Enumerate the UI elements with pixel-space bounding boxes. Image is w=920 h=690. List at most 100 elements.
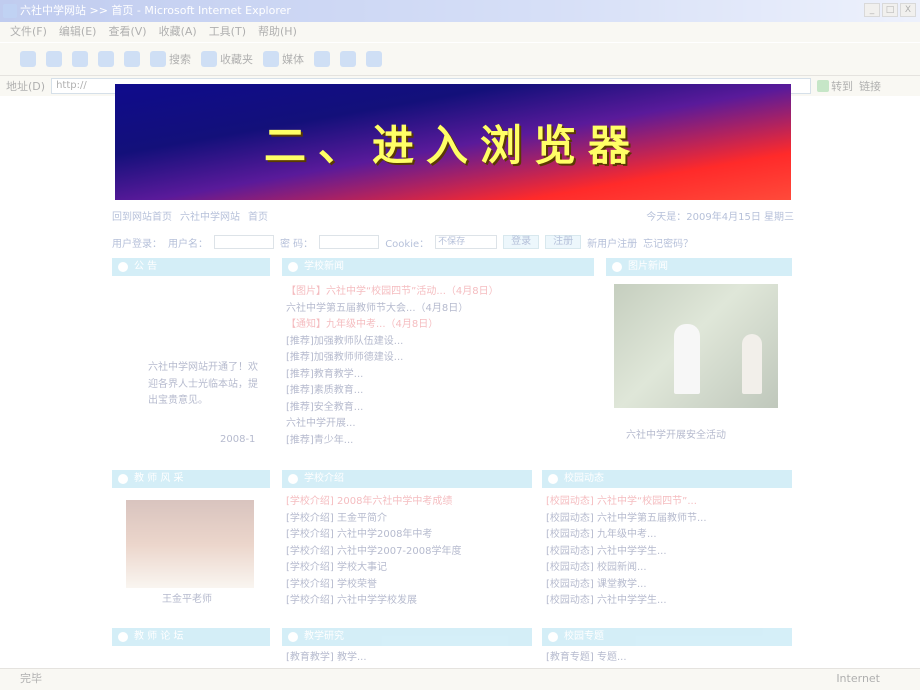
history-button[interactable] bbox=[314, 51, 330, 67]
panel-forum: 教 师 论 坛 bbox=[112, 628, 270, 646]
refresh-icon bbox=[98, 51, 114, 67]
history-icon bbox=[314, 51, 330, 67]
teacher-photo[interactable] bbox=[126, 500, 254, 588]
title-banner: 二、进入浏览器 bbox=[115, 84, 791, 200]
go-button[interactable]: 转到 bbox=[817, 78, 853, 94]
list-item[interactable]: [校园动态] 九年级中考... bbox=[546, 527, 792, 544]
back-button[interactable] bbox=[20, 51, 36, 67]
mail-icon bbox=[340, 51, 356, 67]
login-bar: 用户登录： 用户名： 密 码： Cookie： 不保存 登录 注册 新用户注册 … bbox=[112, 232, 794, 252]
list-item[interactable]: [学校介绍] 2008年六社中学中考成绩 bbox=[286, 494, 532, 511]
person-figure bbox=[742, 334, 762, 394]
maximize-button[interactable]: □ bbox=[882, 3, 898, 17]
panel-image-news: 图片新闻 bbox=[606, 258, 792, 276]
password-label: 密 码： bbox=[280, 238, 314, 250]
close-button[interactable]: X bbox=[900, 3, 916, 17]
cookie-select[interactable]: 不保存 bbox=[435, 235, 498, 249]
window-controls: _ □ X bbox=[864, 3, 916, 17]
list-item[interactable]: [学校介绍] 学校大事记 bbox=[286, 560, 532, 577]
list-item[interactable]: 【通知】九年级中考...（4月8日） bbox=[286, 317, 592, 334]
home-button[interactable] bbox=[124, 51, 140, 67]
campus-news-list: [校园动态] 六社中学“校园四节”... [校园动态] 六社中学第五届教师节..… bbox=[546, 494, 792, 610]
mail-button[interactable] bbox=[340, 51, 356, 67]
forward-icon bbox=[46, 51, 62, 67]
list-item[interactable]: [校园动态] 六社中学学生... bbox=[546, 593, 792, 610]
menu-file[interactable]: 文件(F) bbox=[10, 22, 47, 42]
panel-research: 教学研究 bbox=[282, 628, 532, 646]
new-user-link[interactable]: 新用户注册 bbox=[587, 235, 637, 250]
list-item[interactable]: [校园动态] 校园新闻... bbox=[546, 560, 792, 577]
status-text: 完毕 bbox=[20, 672, 42, 685]
list-item[interactable]: [推荐]素质教育... bbox=[286, 383, 592, 400]
panel-news: 学校新闻 bbox=[282, 258, 594, 276]
list-item[interactable]: [学校介绍] 王金平简介 bbox=[286, 511, 532, 528]
topics-item[interactable]: [教育专题] 专题... bbox=[546, 650, 627, 667]
list-item[interactable]: 【图片】六社中学“校园四节”活动...（4月8日） bbox=[286, 284, 592, 301]
media-label: 媒体 bbox=[282, 53, 304, 66]
menu-edit[interactable]: 编辑(E) bbox=[59, 22, 97, 42]
address-label: 地址(D) bbox=[6, 80, 46, 93]
menu-bar: 文件(F) 编辑(E) 查看(V) 收藏(A) 工具(T) 帮助(H) bbox=[0, 22, 920, 42]
ie-logo-icon bbox=[3, 4, 17, 18]
register-button[interactable]: 注册 bbox=[545, 235, 582, 249]
link-home[interactable]: 回到网站首页 bbox=[112, 208, 172, 226]
username-input[interactable] bbox=[214, 235, 274, 249]
list-item[interactable]: [推荐]教育教学... bbox=[286, 367, 592, 384]
news-photo[interactable] bbox=[614, 284, 778, 408]
list-item[interactable]: [校园动态] 六社中学第五届教师节... bbox=[546, 511, 792, 528]
list-item[interactable]: 六社中学开展... bbox=[286, 416, 592, 433]
home-icon bbox=[124, 51, 140, 67]
list-item[interactable]: [学校介绍] 六社中学2007-2008学年度 bbox=[286, 544, 532, 561]
stop-icon bbox=[72, 51, 88, 67]
list-item[interactable]: [学校介绍] 六社中学学校发展 bbox=[286, 593, 532, 610]
list-item[interactable]: [校园动态] 六社中学“校园四节”... bbox=[546, 494, 792, 511]
list-item[interactable]: [推荐]加强教师师德建设... bbox=[286, 350, 592, 367]
banner-title: 二、进入浏览器 bbox=[263, 120, 642, 170]
list-item[interactable]: [校园动态] 六社中学学生... bbox=[546, 544, 792, 561]
list-item[interactable]: [推荐]加强教师队伍建设... bbox=[286, 334, 592, 351]
go-arrow-icon bbox=[817, 80, 830, 92]
print-icon bbox=[366, 51, 382, 67]
star-icon bbox=[201, 51, 217, 67]
stop-button[interactable] bbox=[72, 51, 88, 67]
list-item[interactable]: [学校介绍] 六社中学2008年中考 bbox=[286, 527, 532, 544]
notice-date: 2008-1 bbox=[220, 434, 256, 445]
teacher-caption[interactable]: 王金平老师 bbox=[162, 592, 212, 609]
links-button[interactable]: 链接 bbox=[859, 78, 881, 94]
list-item[interactable]: [学校介绍] 学校荣誉 bbox=[286, 577, 532, 594]
media-button[interactable]: 媒体 bbox=[263, 51, 304, 67]
print-button[interactable] bbox=[366, 51, 382, 67]
list-item[interactable]: 六社中学第五届教师节大会...（4月8日） bbox=[286, 301, 592, 318]
menu-view[interactable]: 查看(V) bbox=[108, 22, 146, 42]
list-item[interactable]: [推荐]青少年... bbox=[286, 433, 592, 450]
favorites-label: 收藏夹 bbox=[220, 53, 253, 66]
link-page[interactable]: 首页 bbox=[248, 208, 268, 226]
intro-list: [学校介绍] 2008年六社中学中考成绩 [学校介绍] 王金平简介 [学校介绍]… bbox=[286, 494, 532, 610]
news-list: 【图片】六社中学“校园四节”活动...（4月8日） 六社中学第五届教师节大会..… bbox=[286, 284, 592, 449]
favorites-button[interactable]: 收藏夹 bbox=[201, 51, 253, 67]
breadcrumb: 回到网站首页 六社中学网站 首页 今天是：2009年4月15日 星期三 bbox=[112, 208, 794, 226]
title-bar: 六社中学网站 >> 首页 - Microsoft Internet Explor… bbox=[0, 0, 920, 22]
photo-caption[interactable]: 六社中学开展安全活动 bbox=[626, 428, 726, 445]
minimize-button[interactable]: _ bbox=[864, 3, 880, 17]
search-button[interactable]: 搜索 bbox=[150, 51, 191, 67]
list-item[interactable]: [推荐]安全教育... bbox=[286, 400, 592, 417]
menu-help[interactable]: 帮助(H) bbox=[258, 22, 297, 42]
panel-campus-news: 校园动态 bbox=[542, 470, 792, 488]
username-label: 用户名： bbox=[168, 238, 208, 250]
security-zone: Internet bbox=[836, 672, 880, 685]
login-label: 用户登录： bbox=[112, 238, 162, 250]
forgot-password-link[interactable]: 忘记密码？ bbox=[643, 235, 693, 250]
password-input[interactable] bbox=[319, 235, 380, 249]
login-button[interactable]: 登录 bbox=[503, 235, 540, 249]
refresh-button[interactable] bbox=[98, 51, 114, 67]
research-item[interactable]: [教育教学] 教学... bbox=[286, 650, 367, 667]
forward-button[interactable] bbox=[46, 51, 62, 67]
menu-favorites[interactable]: 收藏(A) bbox=[159, 22, 197, 42]
window-title: 六社中学网站 >> 首页 - Microsoft Internet Explor… bbox=[20, 4, 291, 17]
menu-tools[interactable]: 工具(T) bbox=[209, 22, 246, 42]
status-bar: 完毕 Internet bbox=[0, 668, 920, 690]
list-item[interactable]: [校园动态] 课堂教学... bbox=[546, 577, 792, 594]
panel-topics: 校园专题 bbox=[542, 628, 792, 646]
link-site[interactable]: 六社中学网站 bbox=[180, 208, 240, 226]
